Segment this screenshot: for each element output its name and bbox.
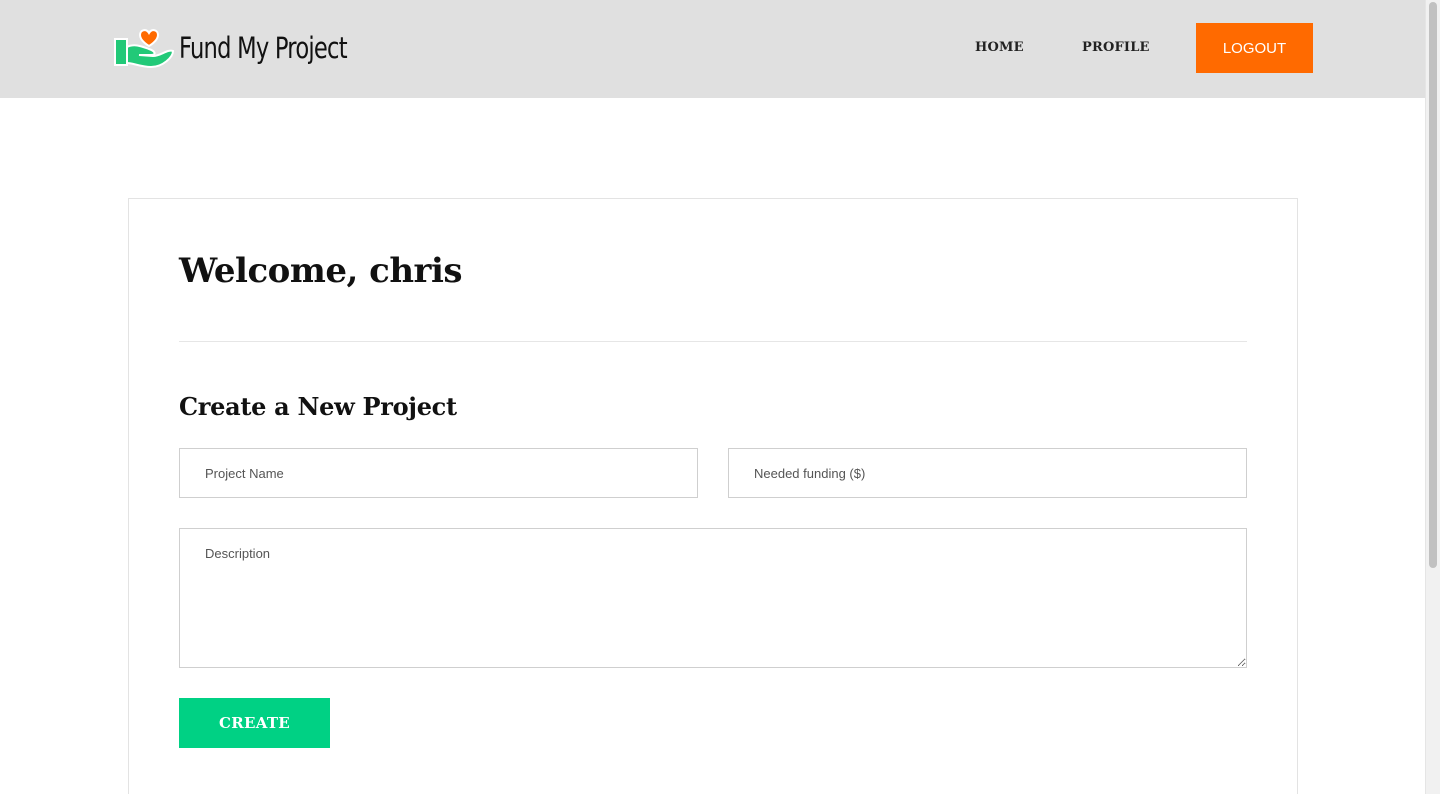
create-button[interactable]: CREATE: [179, 698, 330, 748]
nav-home-link[interactable]: HOME: [975, 40, 1024, 55]
welcome-heading: Welcome, chris: [179, 251, 463, 291]
section-title: Create a New Project: [179, 392, 457, 421]
hand-heart-logo-icon: [114, 29, 175, 69]
project-name-input[interactable]: [179, 448, 698, 498]
needed-funding-input[interactable]: [728, 448, 1247, 498]
create-project-card: Welcome, chris Create a New Project CREA…: [128, 198, 1298, 794]
scrollbar-thumb[interactable]: [1429, 2, 1437, 568]
logout-button[interactable]: LOGOUT: [1196, 23, 1313, 73]
top-navbar: Fund My Project HOME PROFILE LOGOUT: [0, 0, 1425, 98]
brand-name: Fund My Project: [179, 31, 348, 65]
description-textarea[interactable]: [179, 528, 1247, 668]
nav-profile-link[interactable]: PROFILE: [1082, 40, 1150, 55]
brand-link[interactable]: Fund My Project: [113, 24, 394, 72]
page-scrollbar[interactable]: [1425, 0, 1440, 794]
divider: [179, 341, 1247, 342]
